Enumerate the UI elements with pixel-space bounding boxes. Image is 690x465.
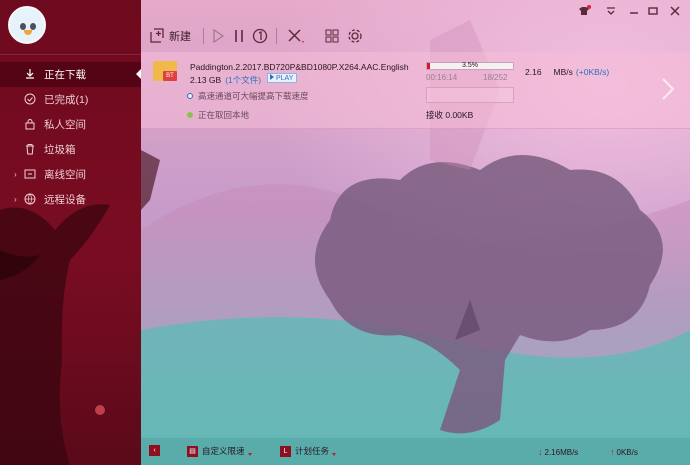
speed-value: 2.16 [525,67,542,77]
task-size: 2.13 GB (1个文件) [190,74,261,86]
elapsed-time: 00:16:14 [426,73,458,82]
task-speed: 2.16 MB/s (+0KB/s) [525,67,609,77]
sidebar-item-completed[interactable]: 已完成(1) [0,87,141,112]
schedule-label: 计划任务 [295,446,330,456]
minimize-icon[interactable] [626,4,642,18]
delete-button[interactable] [287,26,305,46]
chevron-right-icon[interactable] [661,77,675,101]
speed-unit: MB/s [553,67,573,77]
sidebar-item-private-space[interactable]: 私人空间 [0,112,141,137]
settings-button[interactable] [347,26,363,46]
private-space-icon [25,119,35,130]
toolbar-divider [276,28,277,44]
download-speed: 2.16MB/s [544,447,579,457]
task-row[interactable]: BT Paddington.2.2017.BD720P&BD1080P.X264… [141,52,690,129]
menu-icon[interactable] [603,4,619,18]
sidebar-item-label: 远程设备 [44,194,86,206]
sidebar-item-label: 离线空间 [44,169,86,181]
new-task-icon [150,28,164,43]
priority-button[interactable] [252,26,268,46]
sidebar: 正在下载 已完成(1) 私人空间 垃圾箱 › 离线空间 › 远程设备 [0,0,141,465]
close-icon[interactable] [667,4,683,18]
sidebar-item-label: 已完成(1) [44,94,89,106]
upload-speed-indicator: ↑ 0KB/s [610,447,638,457]
upload-speed: (+0KB/s) [575,67,610,77]
trash-icon [26,144,34,155]
sidebar-nav: 正在下载 已完成(1) 私人空间 垃圾箱 › 离线空间 › 远程设备 [0,62,141,212]
status-hint: 正在取回本地 [187,109,249,121]
bt-folder-icon: BT [153,61,177,83]
upload-speed: 0KB/s [616,447,638,457]
info-dot-icon [187,93,193,99]
pause-button[interactable] [234,26,244,46]
speed-limit-icon: ▤ [187,445,198,457]
progress-bar: 3.5% [426,62,514,70]
custom-speed-label: 自定义限速 [202,446,245,456]
remote-device-icon [24,193,36,205]
download-speed-indicator: ↓ 2.16MB/s [538,447,578,457]
schedule-icon: L [280,445,291,457]
grid-view-button[interactable] [324,26,340,46]
task-files-link[interactable]: (1个文件) [225,75,261,85]
new-task-button[interactable]: 新建 [149,26,191,46]
avatar-eye [20,23,26,30]
play-label: PLAY [276,75,294,82]
schedule-button[interactable]: L 计划任务 [280,445,337,457]
cloud-icon [24,169,36,179]
accelerate-hint-text: 高速通道可大幅提高下载速度 [198,91,309,101]
grid-view-icon [325,29,339,43]
play-icon [270,74,274,80]
status-dot-icon [187,112,193,118]
accelerate-hint[interactable]: 高速通道可大幅提高下载速度 [187,90,309,102]
main-panel: 新建 BT Paddington.2.2017.BD720P&BD1080P.X… [141,0,690,465]
progress-percent: 3.5% [462,62,478,69]
accelerate-button[interactable] [426,87,514,103]
avatar[interactable] [8,6,46,44]
download-icon [26,69,34,79]
priority-icon [252,28,268,44]
avatar-eye [30,23,36,30]
task-size-value: 2.13 GB [190,75,222,85]
toolbar: 新建 [141,20,690,52]
upload-arrow-icon: ↑ [610,447,615,457]
check-circle-icon [24,93,36,105]
custom-speed-button[interactable]: ▤ 自定义限速 [187,445,252,457]
sidebar-item-label: 垃圾箱 [44,144,76,156]
sidebar-item-downloading[interactable]: 正在下载 [0,62,141,87]
delete-icon [288,29,304,43]
skin-icon[interactable] [576,4,592,18]
settings-gear-icon [348,29,362,43]
avatar-beak [24,30,32,35]
dropdown-caret-icon [332,452,337,456]
sidebar-item-trash[interactable]: 垃圾箱 [0,137,141,162]
expand-icon[interactable]: › [14,195,17,204]
play-icon [213,29,224,43]
toolbar-divider [203,28,204,44]
play-button[interactable]: PLAY [267,73,298,83]
maximize-icon[interactable] [645,4,661,18]
collapse-left-icon: ‹ [149,445,160,456]
sidebar-item-label: 正在下载 [44,69,86,81]
sidebar-divider [0,54,141,55]
received-amount: 接收 0.00KB [426,110,474,120]
file-type-badge: BT [163,71,177,81]
task-name: Paddington.2.2017.BD720P&BD1080P.X264.AA… [190,62,409,72]
dropdown-caret-icon [247,452,252,456]
sidebar-item-label: 私人空间 [44,119,86,131]
sidebar-item-remote-device[interactable]: › 远程设备 [0,187,141,212]
collapse-sidebar-button[interactable]: ‹ [149,445,164,456]
pieces-count: 18/252 [483,73,508,82]
expand-icon[interactable]: › [14,170,17,179]
download-arrow-icon: ↓ [538,447,543,457]
status-hint-text: 正在取回本地 [198,110,250,120]
new-task-label: 新建 [169,31,191,43]
sidebar-item-offline-space[interactable]: › 离线空间 [0,162,141,187]
start-button[interactable] [212,26,224,46]
pause-icon [235,30,243,42]
status-bar: ‹ ▤ 自定义限速 L 计划任务 ↓ 2.16MB/s ↑ 0KB/s [141,438,690,465]
